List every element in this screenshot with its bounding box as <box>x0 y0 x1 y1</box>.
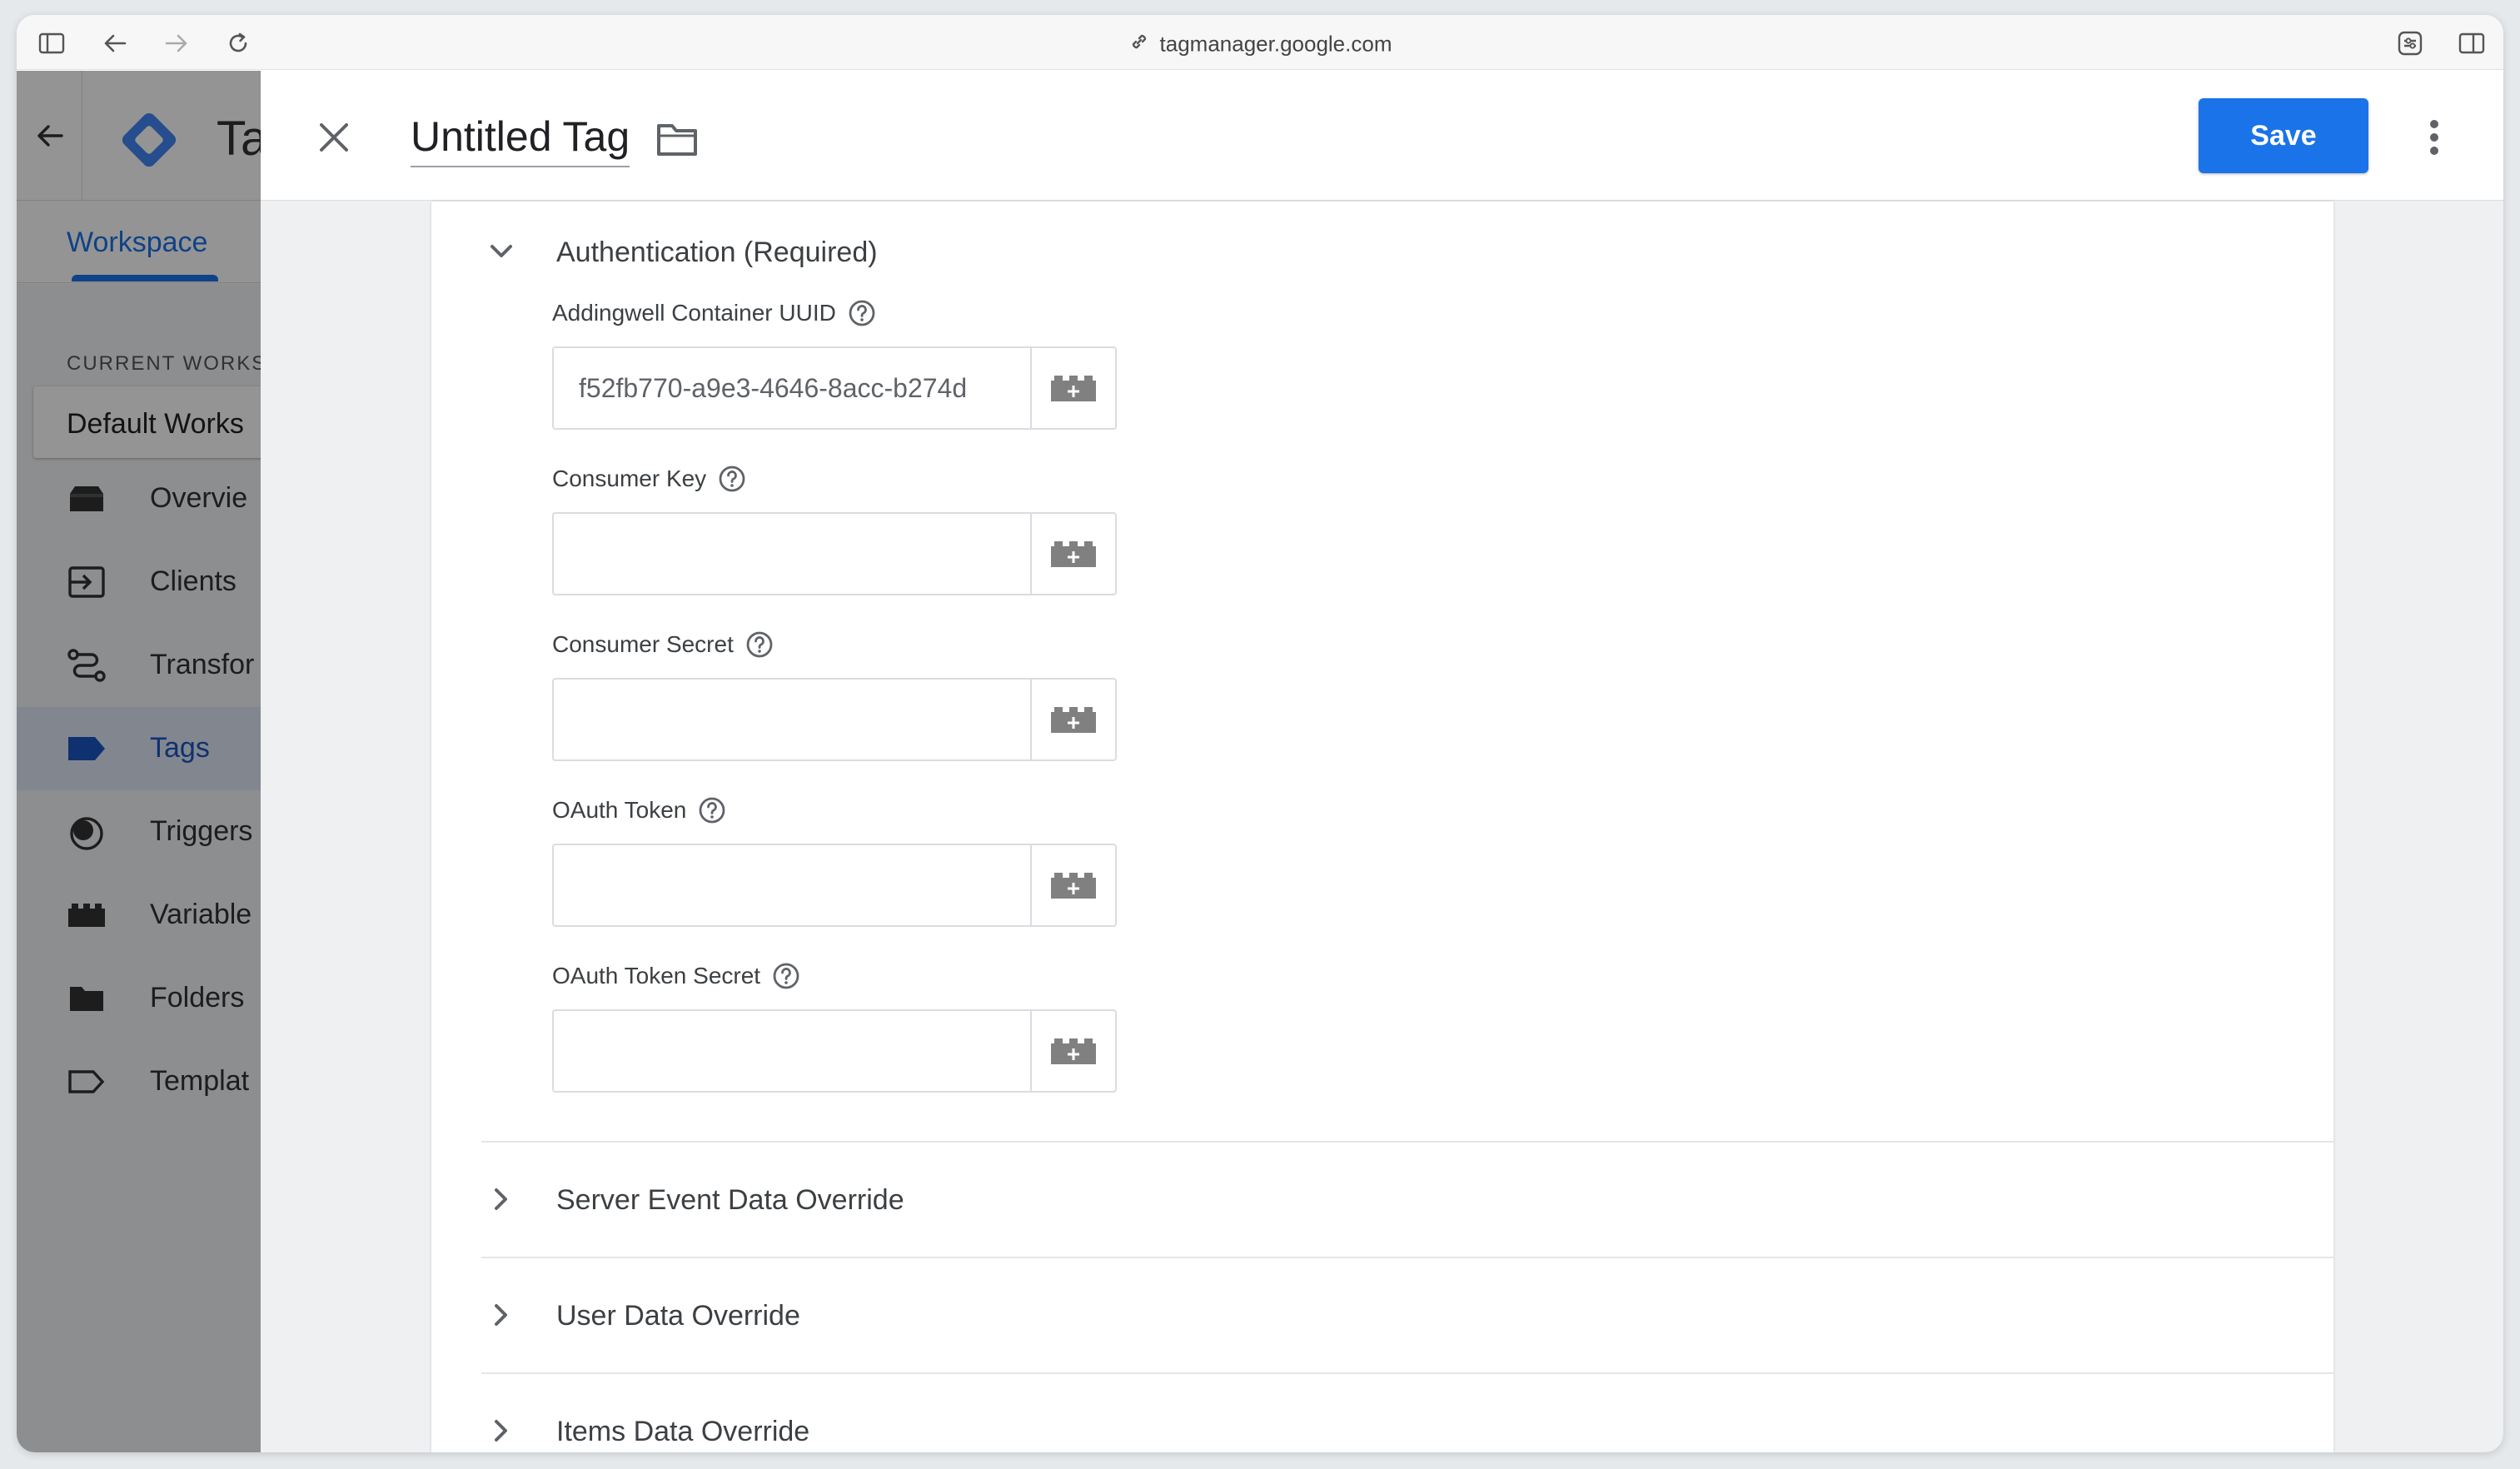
browser-toolbar: tagmanager.google.com <box>17 15 2503 70</box>
folder-outline-icon <box>657 124 697 156</box>
container-uuid-field <box>552 346 1117 430</box>
help-icon[interactable] <box>848 299 876 327</box>
save-button[interactable]: Save <box>2199 98 2368 173</box>
close-icon <box>320 123 348 152</box>
variable-brick-icon <box>1051 873 1096 899</box>
extension-icon[interactable] <box>2393 27 2427 60</box>
variable-brick-icon <box>1051 376 1096 401</box>
tag-configuration-card: Authentication (Required) Addingwell Con… <box>431 202 2333 1452</box>
chevron-down-icon <box>481 232 521 271</box>
section-title: Items Data Override <box>556 1416 810 1447</box>
consumer-secret-input[interactable] <box>554 680 1030 759</box>
label-text: OAuth Token <box>552 797 687 823</box>
section-header-user-data-override[interactable]: User Data Override <box>481 1290 2064 1340</box>
consumer-key-field <box>552 512 1117 595</box>
field-label-consumer-key: Consumer Key <box>552 465 746 493</box>
consumer-secret-field <box>552 678 1117 761</box>
insert-variable-button[interactable] <box>1030 348 1115 428</box>
insert-variable-button[interactable] <box>1030 845 1115 925</box>
section-divider <box>481 1141 2333 1143</box>
browser-window: tagmanager.google.com Ta Workspace CURRE… <box>17 15 2503 1452</box>
section-divider <box>481 1257 2333 1258</box>
oauth-token-secret-field <box>552 1009 1117 1093</box>
insert-variable-button[interactable] <box>1030 514 1115 594</box>
field-label-oauth-token-secret: OAuth Token Secret <box>552 962 800 990</box>
link-icon <box>1128 31 1150 58</box>
section-divider <box>481 1372 2333 1374</box>
url-text: tagmanager.google.com <box>1159 31 1392 57</box>
variable-brick-icon <box>1051 1038 1096 1064</box>
oauth-token-field <box>552 844 1117 927</box>
container-uuid-input[interactable] <box>554 348 1030 428</box>
sheet-header: Untitled Tag Save <box>261 71 2503 201</box>
tag-title: Untitled Tag <box>411 113 630 160</box>
folder-button[interactable] <box>655 121 702 161</box>
close-button[interactable] <box>311 114 357 161</box>
label-text: Consumer Secret <box>552 631 734 657</box>
insert-variable-button[interactable] <box>1030 1011 1115 1091</box>
section-header-authentication[interactable]: Authentication (Required) <box>481 227 2064 276</box>
field-label-consumer-secret: Consumer Secret <box>552 630 774 659</box>
label-text: Addingwell Container UUID <box>552 300 836 326</box>
label-text: OAuth Token Secret <box>552 963 761 988</box>
tag-editor-sheet: Untitled Tag Save Authentication (Requir… <box>261 71 2503 1452</box>
help-icon[interactable] <box>745 630 774 659</box>
section-title: User Data Override <box>556 1300 800 1332</box>
oauth-token-secret-input[interactable] <box>554 1011 1030 1091</box>
section-title: Authentication (Required) <box>556 237 878 268</box>
insert-variable-button[interactable] <box>1030 680 1115 759</box>
address-bar[interactable]: tagmanager.google.com <box>17 30 2503 58</box>
field-label-oauth-token: OAuth Token <box>552 796 726 824</box>
field-label-container-uuid: Addingwell Container UUID <box>552 299 876 327</box>
oauth-token-input[interactable] <box>554 845 1030 925</box>
more-options-button[interactable] <box>2418 114 2451 161</box>
help-icon[interactable] <box>772 962 800 990</box>
consumer-key-input[interactable] <box>554 514 1030 594</box>
chevron-right-icon <box>481 1411 521 1451</box>
section-header-items-data-override[interactable]: Items Data Override <box>481 1406 2064 1452</box>
variable-brick-icon <box>1051 541 1096 567</box>
label-text: Consumer Key <box>552 466 707 491</box>
chevron-right-icon <box>481 1295 521 1335</box>
more-vert-icon <box>2430 120 2438 155</box>
split-view-icon[interactable] <box>2455 27 2488 60</box>
help-icon[interactable] <box>698 796 726 824</box>
variable-brick-icon <box>1051 707 1096 733</box>
tag-name-field[interactable]: Untitled Tag <box>411 112 630 167</box>
help-icon[interactable] <box>718 465 746 493</box>
section-title: Server Event Data Override <box>556 1184 904 1216</box>
section-header-server-event-data-override[interactable]: Server Event Data Override <box>481 1174 2064 1224</box>
chevron-right-icon <box>481 1179 521 1219</box>
